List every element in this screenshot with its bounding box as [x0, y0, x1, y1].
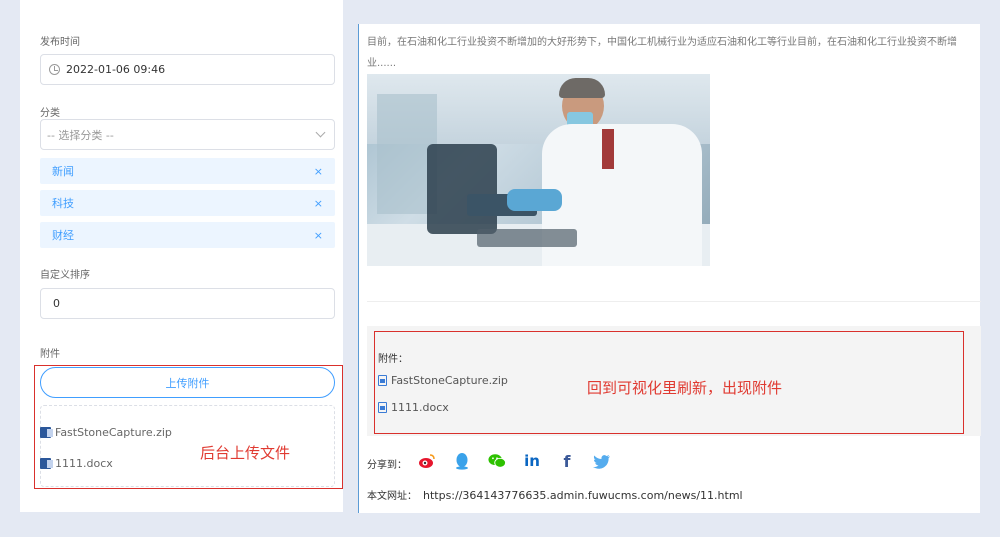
attachment-label: 附件 — [40, 349, 60, 360]
share-label: 分享到： — [367, 460, 407, 471]
article-text-line: 业...... — [367, 58, 397, 69]
twitter-icon[interactable] — [593, 452, 611, 470]
annotation-note-left: 后台上传文件 — [200, 444, 291, 462]
sort-value: 0 — [53, 297, 60, 310]
close-icon[interactable]: × — [314, 165, 323, 178]
article-image-lab-scientist — [367, 74, 710, 266]
category-select[interactable]: -- 选择分类 -- — [40, 119, 335, 150]
publish-time-input[interactable]: 2022-01-06 09:46 — [40, 54, 335, 85]
tag-news: 新闻 × — [40, 158, 335, 184]
tag-finance: 财经 × — [40, 222, 335, 248]
close-icon[interactable]: × — [314, 197, 323, 210]
publish-time-label: 发布时间 — [40, 37, 80, 48]
clock-icon — [49, 64, 60, 75]
url-value[interactable]: https://364143776635.admin.fuwucms.com/n… — [423, 489, 743, 502]
close-icon[interactable]: × — [314, 229, 323, 242]
category-label: 分类 — [40, 108, 60, 119]
tag-tech: 科技 × — [40, 190, 335, 216]
publish-time-value: 2022-01-06 09:46 — [66, 63, 166, 76]
article-text-line: 目前，在石油和化工行业投资不断增加的大好形势下，中国化工机械行业为适应石油和化工… — [367, 37, 957, 48]
category-placeholder: -- 选择分类 -- — [47, 128, 114, 142]
weibo-icon[interactable] — [418, 452, 436, 470]
tag-label: 财经 — [52, 229, 74, 242]
article-body-text: 目前，在石油和化工行业投资不断增加的大好形势下，中国化工机械行业为适应石油和化工… — [367, 32, 979, 74]
divider — [367, 301, 981, 302]
linkedin-icon[interactable]: in — [523, 452, 541, 470]
url-label: 本文网址： — [367, 491, 417, 502]
article-preview-panel: 目前，在石油和化工行业投资不断增加的大好形势下，中国化工机械行业为适应石油和化工… — [358, 24, 981, 513]
qq-icon[interactable] — [453, 452, 471, 470]
facebook-icon[interactable]: f — [558, 452, 576, 471]
tag-label: 科技 — [52, 197, 74, 210]
tag-label: 新闻 — [52, 165, 74, 178]
annotation-box-left — [34, 365, 343, 489]
chevron-down-icon — [315, 127, 326, 138]
sort-input[interactable]: 0 — [40, 288, 335, 319]
article-url: 本文网址： https://364143776635.admin.fuwucms.… — [367, 487, 743, 502]
sort-label: 自定义排序 — [40, 270, 90, 281]
wechat-icon[interactable] — [488, 452, 506, 470]
annotation-note-right: 回到可视化里刷新，出现附件 — [587, 379, 783, 397]
